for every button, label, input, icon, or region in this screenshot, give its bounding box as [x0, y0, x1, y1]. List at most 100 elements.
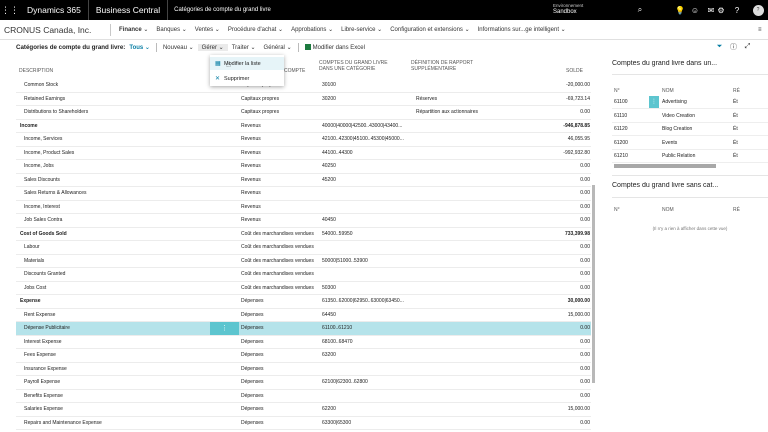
info-icon[interactable]: ⓘ [728, 40, 739, 54]
row-balance[interactable]: 0.00 [526, 363, 590, 376]
row-balance[interactable]: 0.00 [526, 336, 590, 349]
row-description[interactable]: Jobs Cost [24, 282, 204, 295]
menu-procedure-achat[interactable]: Procédure d'achat ⌄ [224, 26, 287, 33]
factbox1-cell-no[interactable]: 61210 [614, 150, 628, 163]
row-balance[interactable]: -69,723.14 [526, 93, 590, 106]
factbox1-scrollbar[interactable] [614, 164, 716, 168]
row-description[interactable]: Retained Earnings [24, 93, 204, 106]
environment-indicator[interactable]: Environnement Sandbox [553, 2, 583, 16]
row-gl-accounts[interactable]: 50300 [322, 282, 417, 295]
row-gl-accounts[interactable]: 42100..42300|45100..45300|45000... [322, 133, 417, 146]
row-gl-accounts[interactable]: 44100..44300 [322, 147, 417, 160]
list-scrollbar[interactable] [592, 185, 595, 383]
col-definition[interactable]: DÉFINITION DE RAPPORT SUPPLÉMENTAIRE [411, 60, 473, 72]
factbox1-row[interactable]: 61120 Blog Creation Ét [612, 123, 768, 136]
row-description[interactable]: Income [20, 120, 200, 133]
row-balance[interactable]: 0.00 [526, 390, 590, 403]
menu-configuration[interactable]: Configuration et extensions ⌄ [386, 26, 473, 33]
factbox1-row[interactable]: 61210 Public Relation Ét [612, 150, 768, 163]
table-row[interactable]: Interest Expense Dépenses 68100..68470 0.00 [16, 336, 591, 349]
row-description[interactable]: Discounts Granted [24, 268, 204, 281]
row-description[interactable]: Repairs and Maintenance Expense [24, 417, 204, 430]
table-row[interactable]: Rent Expense Dépenses 64450 15,000.00 [16, 309, 591, 322]
row-gl-accounts[interactable]: 30200 [322, 93, 417, 106]
row-balance[interactable]: 0.00 [526, 106, 590, 119]
table-row[interactable]: Fees Expense Dépenses 63200 0.00 [16, 349, 591, 363]
table-row[interactable]: Income, Jobs Revenus 40250 0.00 [16, 160, 591, 174]
row-gl-accounts[interactable]: 64450 [322, 309, 417, 322]
row-gl-accounts[interactable]: 40000|40000|42500..43000|43400... [322, 120, 417, 133]
edit-in-excel-button[interactable]: Modifier dans Excel [301, 43, 369, 51]
row-gl-accounts[interactable]: 30100 [322, 79, 417, 92]
row-balance[interactable]: 0.00 [526, 268, 590, 281]
row-balance[interactable]: 0.00 [526, 201, 590, 214]
row-balance[interactable]: -20,000.00 [526, 79, 590, 92]
app-launcher-icon[interactable]: ⋮⋮ [0, 0, 20, 20]
table-row[interactable]: Expense Dépenses 61350..62000|62950..63000… [16, 295, 591, 309]
menu-informations[interactable]: Informations sur...ge intelligent ⌄ [474, 26, 570, 33]
row-gl-accounts[interactable]: 40450 [322, 214, 417, 227]
row-gl-accounts[interactable]: 62100|62300..62800 [322, 376, 417, 389]
factbox1-cell-no[interactable]: 61120 [614, 123, 628, 136]
row-balance[interactable]: 15,000.00 [526, 403, 590, 416]
table-row[interactable]: Discounts Granted Coût des marchandises v… [16, 268, 591, 282]
row-description[interactable]: Materials [24, 255, 204, 268]
row-balance[interactable]: -992,932.80 [526, 147, 590, 160]
table-row[interactable]: Common StockCapitaux propres30100-20,000… [16, 79, 591, 93]
table-row[interactable]: Salaries Expense Dépenses 62200 15,000.00 [16, 403, 591, 417]
row-balance[interactable]: 0.00 [526, 160, 590, 173]
menu-item-modifier-liste[interactable]: ▦ Modifier la liste [210, 57, 284, 70]
factbox1-title[interactable]: Comptes du grand livre dans un... [612, 60, 717, 67]
row-balance[interactable]: 0.00 [526, 187, 590, 200]
factbox1-cell-no[interactable]: 61100 [614, 96, 628, 109]
view-filter-button[interactable]: Tous ⌄ [125, 44, 154, 51]
row-balance[interactable]: 733,399.98 [526, 228, 590, 241]
row-gl-accounts[interactable]: 61100..61210 [322, 322, 417, 335]
row-balance[interactable]: 0.00 [526, 282, 590, 295]
table-row[interactable]: Labour Coût des marchandises vendues 0.00 [16, 241, 591, 255]
row-balance[interactable]: 0.00 [526, 241, 590, 254]
expand-icon[interactable]: ⤢ [742, 40, 753, 54]
row-gl-accounts[interactable]: 61350..62000|62950..63000|63450... [322, 295, 417, 308]
row-description[interactable]: Interest Expense [24, 336, 204, 349]
menu-item-supprimer[interactable]: ✕ Supprimer [210, 72, 284, 85]
row-description[interactable]: Income, Services [24, 133, 204, 146]
factbox1-cell-no[interactable]: 61200 [614, 137, 628, 150]
row-gl-accounts[interactable]: 63300|65300 [322, 417, 417, 430]
row-gl-accounts[interactable]: 68100..68470 [322, 336, 417, 349]
menu-expand-icon[interactable]: ≡ [754, 27, 766, 33]
row-description[interactable]: Income, Product Sales [24, 147, 204, 160]
filter-icon[interactable]: ⏷ [714, 40, 725, 54]
table-row[interactable]: Materials Coût des marchandises vendues 50… [16, 255, 591, 268]
table-row[interactable]: Cost of Goods Sold Coût des marchandises … [16, 228, 591, 241]
table-row[interactable]: Payroll Expense Dépenses 62100|62300..6280… [16, 376, 591, 390]
row-balance[interactable]: 0.00 [526, 376, 590, 389]
row-balance[interactable]: 15,000.00 [526, 309, 590, 322]
row-balance[interactable]: 0.00 [526, 322, 590, 335]
traiter-button[interactable]: Traiter ⌄ [228, 44, 260, 51]
factbox1-row[interactable]: 61100 Advertising Ét ⋮ [612, 96, 768, 109]
row-gl-accounts[interactable]: 54000..59950 [322, 228, 417, 241]
general-button[interactable]: Général ⌄ [260, 44, 296, 51]
row-description[interactable]: Income, Interest [24, 201, 204, 214]
row-description[interactable]: Job Sales Contra [24, 214, 204, 227]
menu-banques[interactable]: Banques ⌄ [152, 26, 190, 33]
menu-finance[interactable]: Finance ⌄ [115, 26, 152, 33]
row-balance[interactable]: -946,878.85 [526, 120, 590, 133]
row-description[interactable]: Benefits Expense [24, 390, 204, 403]
table-row[interactable]: Distributions to Shareholders Capitaux pr… [16, 106, 591, 120]
table-row[interactable]: Jobs Cost Coût des marchandises vendues 50… [16, 282, 591, 295]
row-description[interactable]: Cost of Goods Sold [20, 228, 200, 241]
row-gl-accounts[interactable]: 50000|51000..53900 [322, 255, 417, 268]
table-row[interactable]: Sales Returns & Allowances Revenus 0.00 [16, 187, 591, 201]
row-balance[interactable]: 0.00 [526, 255, 590, 268]
row-balance[interactable]: 0.00 [526, 349, 590, 362]
row-balance[interactable]: 0.00 [526, 174, 590, 187]
table-row[interactable]: Income, Interest Revenus 0.00 [16, 201, 591, 214]
row-description[interactable]: Expense [20, 295, 200, 308]
row-balance[interactable]: 30,000.00 [526, 295, 590, 308]
col-solde[interactable]: SOLDE [566, 68, 583, 74]
user-avatar[interactable]: ? [749, 0, 767, 20]
table-row[interactable]: Dépense Publicitaire Dépenses 61100..61210… [16, 322, 591, 336]
factbox1-row[interactable]: 61200 Events Ét [612, 137, 768, 150]
